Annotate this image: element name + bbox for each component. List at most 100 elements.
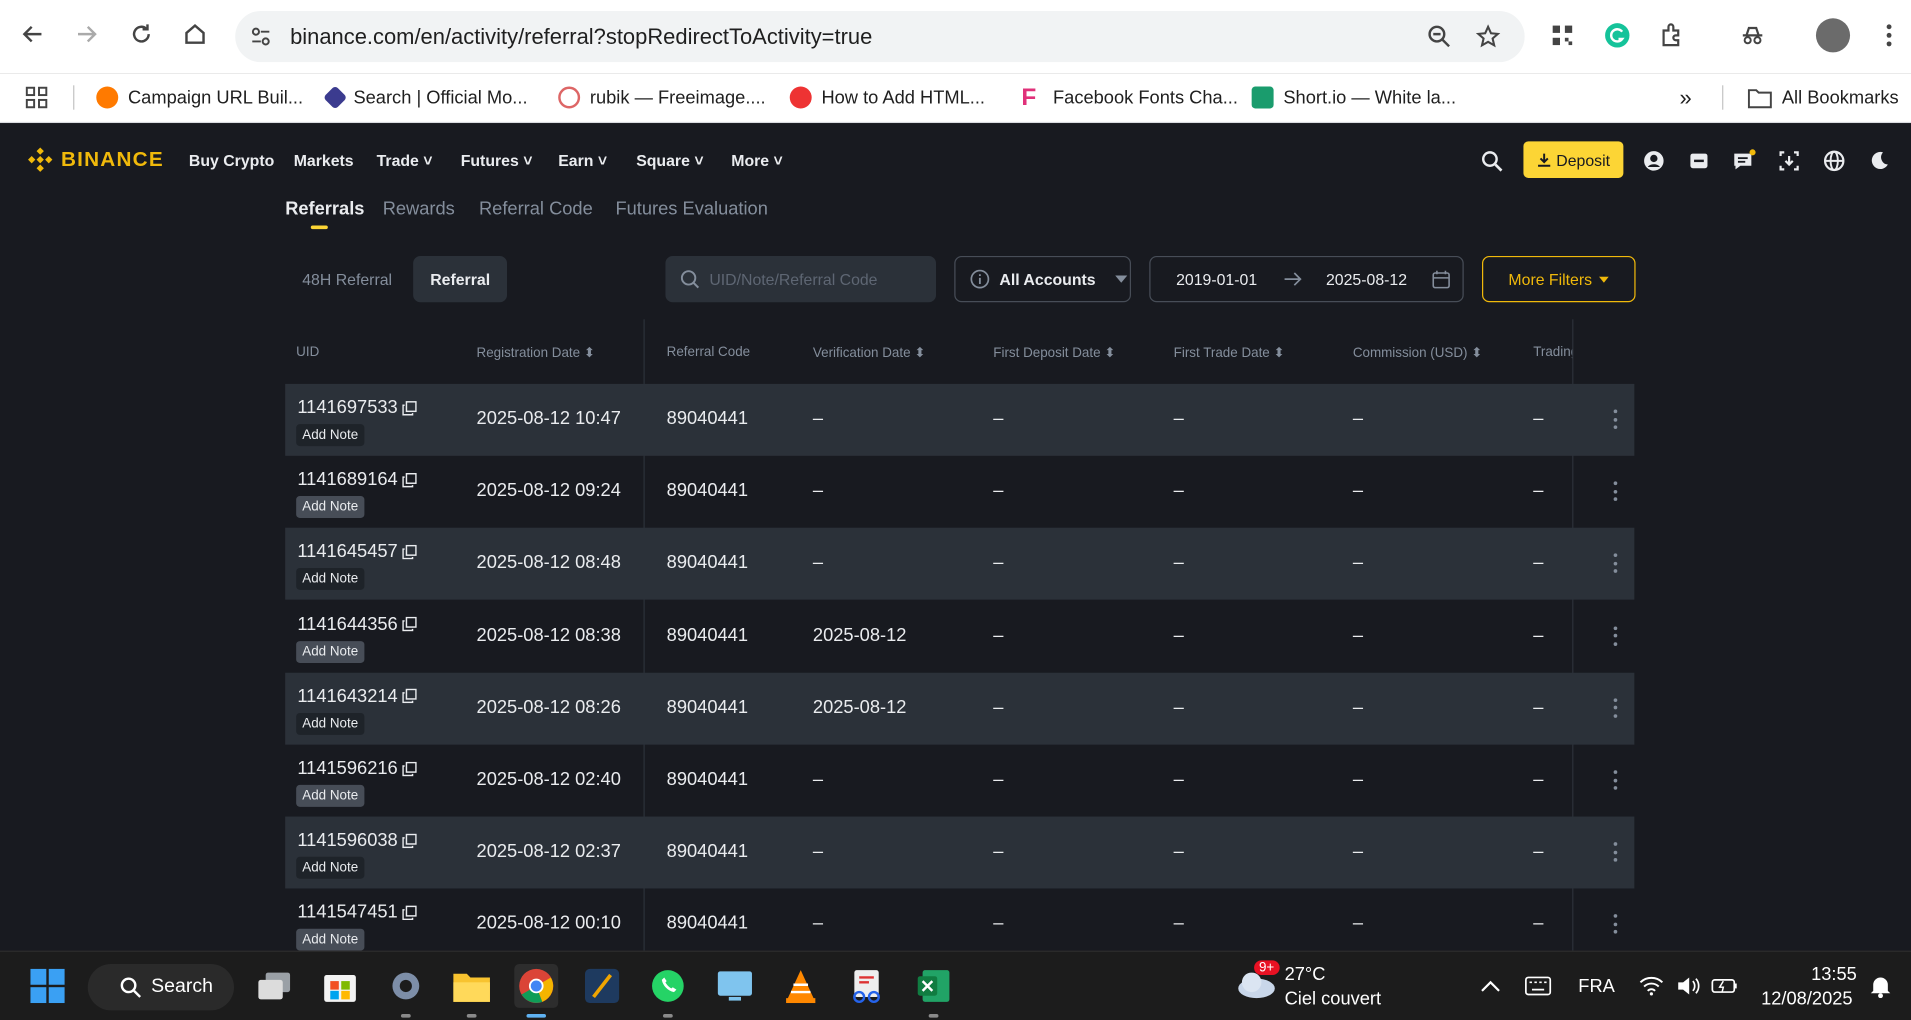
battery-icon[interactable]	[1703, 964, 1747, 1008]
add-note-button[interactable]: Add Note	[296, 712, 365, 735]
chrome-menu-icon[interactable]	[1874, 21, 1903, 50]
nav-earn[interactable]: Earn ˅	[558, 151, 607, 169]
binance-logo[interactable]: BINANCE	[27, 146, 164, 173]
nav-square[interactable]: Square ˅	[636, 151, 703, 169]
nav-futures[interactable]: Futures ˅	[461, 151, 533, 169]
extensions-puzzle-icon[interactable]	[1658, 21, 1687, 50]
reload-button[interactable]	[124, 17, 158, 51]
row-more-actions-icon[interactable]	[1610, 914, 1620, 935]
monitor-app-icon[interactable]	[713, 964, 757, 1008]
weather-cloud-icon[interactable]: 9+	[1235, 960, 1280, 1004]
copy-icon[interactable]	[402, 905, 418, 920]
notification-bell-icon[interactable]	[1859, 964, 1903, 1008]
clock-time[interactable]: 13:55	[1811, 964, 1857, 985]
column-header-registration-date[interactable]: Registration Date ⬍	[477, 345, 595, 361]
column-header-first-deposit-date[interactable]: First Deposit Date ⬍	[993, 345, 1115, 361]
clock-date[interactable]: 12/08/2025	[1761, 988, 1853, 1009]
apps-grid-icon[interactable]	[24, 80, 48, 114]
more-filters-button[interactable]: More Filters	[1482, 255, 1636, 303]
accounts-select[interactable]: All Accounts	[954, 255, 1131, 303]
microsoft-store-icon[interactable]	[318, 964, 362, 1008]
row-more-actions-icon[interactable]	[1610, 481, 1620, 502]
copy-icon[interactable]	[402, 833, 418, 848]
tab-referral-code[interactable]: Referral Code	[479, 199, 593, 220]
globe-icon[interactable]	[1822, 149, 1846, 173]
zoom-icon[interactable]	[1426, 23, 1453, 50]
messages-icon[interactable]	[1732, 149, 1756, 173]
row-more-actions-icon[interactable]	[1610, 625, 1620, 646]
nav-buy-crypto[interactable]: Buy Crypto	[189, 151, 274, 169]
task-view-icon[interactable]	[252, 964, 296, 1008]
subtab-48h-referral[interactable]: 48H Referral	[285, 256, 409, 302]
snipping-tool-icon[interactable]	[845, 964, 889, 1008]
search-icon[interactable]	[1480, 149, 1504, 173]
copy-icon[interactable]	[402, 400, 418, 415]
add-note-button[interactable]: Add Note	[296, 568, 365, 591]
wallet-icon[interactable]	[1687, 149, 1711, 173]
profile-avatar[interactable]	[1815, 18, 1851, 53]
grammarly-icon[interactable]	[1603, 21, 1632, 50]
whatsapp-icon[interactable]	[646, 964, 690, 1018]
date-range-picker[interactable]: 2019-01-01 2025-08-12	[1149, 255, 1464, 303]
qr-extension-icon[interactable]	[1548, 21, 1577, 50]
back-button[interactable]	[16, 17, 50, 51]
nav-markets[interactable]: Markets	[294, 151, 354, 169]
bookmark-star-icon[interactable]	[1475, 23, 1502, 50]
bookmark-item[interactable]: How to Add HTML...	[789, 80, 985, 114]
uid-search-field[interactable]	[665, 255, 936, 303]
copy-icon[interactable]	[402, 616, 418, 632]
row-more-actions-icon[interactable]	[1610, 698, 1620, 718]
column-header-first-trade-date[interactable]: First Trade Date ⬍	[1174, 345, 1285, 361]
date-from[interactable]: 2019-01-01	[1176, 271, 1257, 289]
column-header-commission[interactable]: Commission (USD) ⬍	[1353, 345, 1483, 361]
add-note-button[interactable]: Add Note	[296, 784, 365, 807]
settings-gear-icon[interactable]	[384, 964, 428, 1018]
column-header-verification-date[interactable]: Verification Date ⬍	[813, 345, 926, 361]
tab-referrals[interactable]: Referrals	[285, 199, 364, 220]
chrome-taskbar-icon[interactable]	[514, 964, 559, 1018]
bookmark-item[interactable]: Campaign URL Buil...	[96, 80, 303, 114]
incognito-icon[interactable]	[1738, 21, 1767, 50]
bookmark-item[interactable]: rubik — Freeimage....	[558, 80, 766, 114]
file-explorer-icon[interactable]	[450, 964, 494, 1018]
add-note-button[interactable]: Add Note	[296, 496, 365, 519]
bookmarks-overflow-icon[interactable]: »	[1679, 80, 1691, 114]
copy-icon[interactable]	[402, 689, 418, 704]
subtab-referral[interactable]: Referral	[413, 255, 508, 303]
tab-rewards[interactable]: Rewards	[383, 199, 455, 220]
add-note-button[interactable]: Add Note	[296, 929, 365, 952]
download-app-icon[interactable]	[1777, 149, 1801, 173]
deposit-button[interactable]: Deposit	[1523, 141, 1624, 178]
input-language[interactable]: FRA	[1578, 976, 1615, 997]
row-more-actions-icon[interactable]	[1610, 842, 1620, 862]
bookmark-item[interactable]: Search | Official Mo...	[323, 80, 528, 114]
forward-button[interactable]	[69, 17, 103, 51]
site-info-icon[interactable]	[247, 23, 274, 50]
row-more-actions-icon[interactable]	[1610, 409, 1620, 429]
nav-more[interactable]: More ˅	[731, 151, 783, 169]
bookmark-item[interactable]: Short.io — White la...	[1251, 80, 1456, 114]
bookmark-item[interactable]: F Facebook Fonts Cha...	[1021, 80, 1238, 114]
row-more-actions-icon[interactable]	[1610, 770, 1620, 790]
user-icon[interactable]	[1642, 149, 1666, 173]
chevron-up-icon[interactable]	[1469, 964, 1513, 1008]
nav-trade[interactable]: Trade ˅	[377, 151, 433, 169]
weather-temperature[interactable]: 27°C	[1285, 964, 1326, 985]
row-more-actions-icon[interactable]	[1610, 553, 1620, 574]
date-to[interactable]: 2025-08-12	[1326, 271, 1407, 289]
all-bookmarks[interactable]: All Bookmarks	[1747, 80, 1899, 114]
add-note-button[interactable]: Add Note	[296, 857, 365, 879]
home-button[interactable]	[178, 17, 212, 51]
taskbar-search[interactable]: Search	[87, 964, 234, 1011]
weather-description[interactable]: Ciel couvert	[1285, 988, 1382, 1009]
copy-icon[interactable]	[402, 472, 418, 487]
windows-start-icon[interactable]	[26, 964, 70, 1008]
keyboard-icon[interactable]	[1516, 964, 1560, 1008]
dark-mode-moon-icon[interactable]	[1867, 149, 1891, 173]
copy-icon[interactable]	[402, 761, 418, 776]
vlc-icon[interactable]	[779, 964, 823, 1008]
search-input[interactable]	[709, 255, 929, 303]
add-note-button[interactable]: Add Note	[296, 424, 365, 447]
tab-futures-evaluation[interactable]: Futures Evaluation	[615, 199, 767, 220]
address-bar[interactable]: binance.com/en/activity/referral?stopRed…	[235, 10, 1525, 63]
